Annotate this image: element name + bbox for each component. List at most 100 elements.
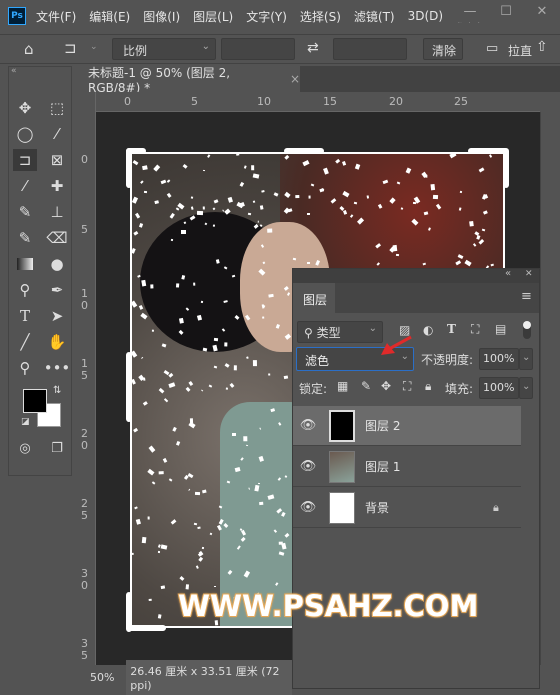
- type-tool-icon[interactable]: T: [13, 305, 37, 327]
- menu-file[interactable]: 文件(F): [36, 8, 76, 25]
- ruler-label: 10: [81, 287, 88, 312]
- close-tab-icon[interactable]: ×: [290, 72, 300, 86]
- layer-name[interactable]: 背景: [365, 499, 389, 516]
- layer-name[interactable]: 图层 1: [365, 458, 400, 475]
- collapse-icon[interactable]: «: [505, 268, 511, 279]
- layer-row[interactable]: 👁︎ 背景 🔒︎: [293, 488, 521, 528]
- fill-input[interactable]: 100%: [479, 377, 519, 399]
- crop-handle[interactable]: [284, 148, 324, 154]
- filter-adjustment-icon[interactable]: ◐: [423, 323, 433, 337]
- crop-handle[interactable]: [503, 148, 509, 188]
- layer-name[interactable]: 图层 2: [365, 417, 400, 434]
- move-tool-icon[interactable]: ✥: [13, 97, 37, 119]
- close-panel-icon[interactable]: ✕: [525, 269, 533, 279]
- collapse-icon[interactable]: «: [11, 66, 17, 76]
- filter-shape-icon[interactable]: ⛶: [471, 322, 479, 337]
- layer-row[interactable]: 👁︎ 图层 1: [293, 447, 521, 487]
- speck: [435, 203, 442, 210]
- more-tools-icon[interactable]: •••: [44, 357, 71, 379]
- foreground-color-swatch[interactable]: [23, 389, 47, 413]
- layer-row[interactable]: 👁︎ 图层 2: [293, 406, 521, 446]
- opacity-input[interactable]: 100%: [479, 348, 519, 370]
- document-dimensions[interactable]: 26.46 厘米 x 33.51 厘米 (72 ppi): [126, 659, 292, 695]
- lock-artboard-icon[interactable]: ⛶: [403, 379, 411, 394]
- speck: [154, 200, 160, 204]
- panel-menu-icon[interactable]: ≡: [521, 289, 532, 304]
- history-brush-tool-icon[interactable]: ✎: [13, 227, 37, 249]
- speck: [263, 261, 266, 264]
- menu-type[interactable]: 文字(Y): [246, 8, 287, 25]
- crop-handle[interactable]: [126, 352, 132, 422]
- line-tool-icon[interactable]: ╱: [13, 331, 37, 353]
- chevron-down-icon[interactable]: ⌄: [90, 42, 98, 52]
- healing-brush-tool-icon[interactable]: ✚: [45, 175, 69, 197]
- crop-tool-icon[interactable]: ⊐: [13, 149, 37, 171]
- speck: [161, 343, 168, 348]
- speck: [229, 383, 235, 389]
- hand-tool-icon[interactable]: ✋: [45, 331, 69, 353]
- lock-all-icon[interactable]: 🔒︎: [425, 379, 431, 394]
- straighten-label[interactable]: 拉直: [508, 42, 532, 59]
- fill-dropdown[interactable]: ⌄: [519, 377, 533, 399]
- path-selection-tool-icon[interactable]: ➤: [45, 305, 69, 327]
- home-icon[interactable]: ⌂: [24, 40, 34, 58]
- speck: [205, 222, 208, 226]
- filter-kind-select[interactable]: ⚲ 类型 ⌄: [297, 321, 383, 343]
- ratio-select[interactable]: 比例 ⌄: [112, 38, 216, 60]
- default-colors-icon[interactable]: ◪: [21, 417, 30, 427]
- visibility-eye-icon[interactable]: 👁︎: [293, 459, 323, 474]
- zoom-level[interactable]: 50%: [90, 671, 126, 684]
- minimize-button[interactable]: —: [452, 0, 488, 22]
- dodge-tool-icon[interactable]: ⚲: [13, 279, 37, 301]
- eyedropper-tool-icon[interactable]: ⁄: [13, 175, 37, 197]
- filter-type-icon[interactable]: T: [447, 322, 456, 336]
- speck: [160, 544, 168, 550]
- filter-toggle[interactable]: [523, 321, 531, 339]
- swap-icon[interactable]: ⇄: [307, 40, 319, 56]
- menu-layer[interactable]: 图层(L): [193, 8, 233, 25]
- lasso-tool-icon[interactable]: ◯: [13, 123, 37, 145]
- lock-pixels-icon[interactable]: ✎: [361, 379, 371, 393]
- eraser-tool-icon[interactable]: ⌫: [45, 227, 69, 249]
- crop-tool-icon[interactable]: ⊐: [64, 39, 77, 57]
- menu-image[interactable]: 图像(I): [143, 8, 180, 25]
- marquee-tool-icon[interactable]: ⬚: [45, 97, 69, 119]
- lock-transparency-icon[interactable]: ▦: [337, 379, 348, 393]
- straighten-icon[interactable]: ▭: [486, 41, 498, 56]
- clear-button[interactable]: 清除: [423, 38, 463, 60]
- crop-handle[interactable]: [126, 148, 132, 188]
- quick-mask-icon[interactable]: ◎: [13, 437, 37, 459]
- height-input[interactable]: [333, 38, 407, 60]
- crop-handle[interactable]: [126, 625, 166, 631]
- visibility-eye-icon[interactable]: 👁︎: [293, 418, 323, 433]
- lock-position-icon[interactable]: ✥: [381, 379, 391, 393]
- share-icon[interactable]: ⇧: [536, 39, 548, 55]
- swap-colors-icon[interactable]: ⇅: [53, 385, 61, 396]
- speck: [286, 292, 290, 297]
- magic-wand-tool-icon[interactable]: ⁄: [45, 123, 69, 145]
- menu-filter[interactable]: 滤镜(T): [354, 8, 395, 25]
- stamp-tool-icon[interactable]: ⊥: [45, 201, 69, 223]
- close-button[interactable]: ✕: [524, 0, 560, 22]
- speck: [166, 178, 171, 183]
- maximize-button[interactable]: ☐: [488, 0, 524, 22]
- menu-edit[interactable]: 编辑(E): [89, 8, 130, 25]
- brush-tool-icon[interactable]: ✎: [13, 201, 37, 223]
- visibility-eye-icon[interactable]: 👁︎: [293, 500, 323, 515]
- blur-tool-icon[interactable]: ●: [45, 253, 69, 275]
- vertical-scrollbar[interactable]: [540, 112, 555, 665]
- pen-tool-icon[interactable]: ✒: [45, 279, 69, 301]
- menu-3d[interactable]: 3D(D): [408, 9, 443, 23]
- opacity-dropdown[interactable]: ⌄: [519, 348, 533, 370]
- crop-handle[interactable]: [468, 148, 508, 154]
- frame-tool-icon[interactable]: ⊠: [45, 149, 69, 171]
- menu-select[interactable]: 选择(S): [300, 8, 341, 25]
- filter-smart-object-icon[interactable]: ▤: [495, 322, 506, 336]
- layers-tab[interactable]: 图层: [293, 283, 335, 313]
- screen-mode-icon[interactable]: ❐: [45, 437, 69, 459]
- zoom-tool-icon[interactable]: ⚲: [13, 357, 37, 379]
- document-tab[interactable]: 未标题-1 @ 50% (图层 2, RGB/8#) * ×: [78, 66, 300, 95]
- ruler-label: 25: [81, 497, 88, 522]
- width-input[interactable]: [221, 38, 295, 60]
- gradient-tool-icon[interactable]: [13, 253, 37, 275]
